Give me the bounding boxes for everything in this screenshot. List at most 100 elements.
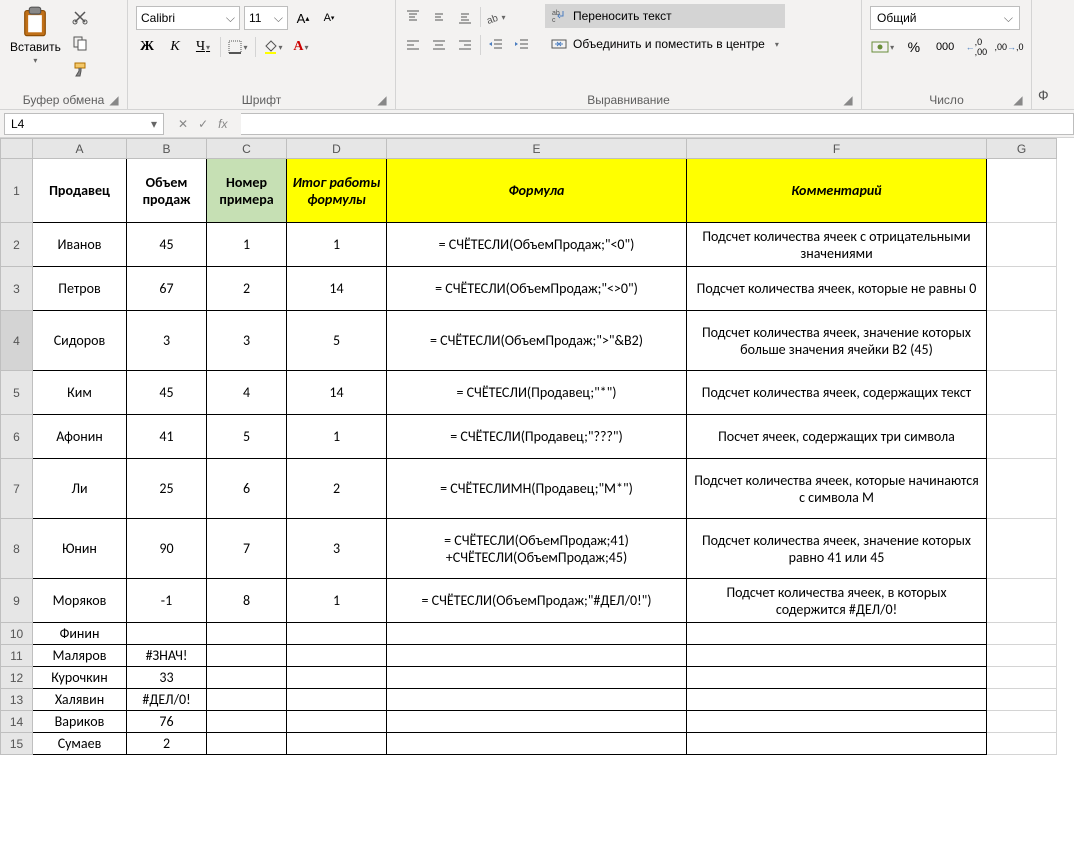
- merge-center-button[interactable]: Объединить и поместить в центре ▾: [545, 32, 785, 56]
- row-header[interactable]: 7: [1, 459, 33, 519]
- cell[interactable]: = СЧЁТЕСЛИ(ОбъемПродаж;">"&B2): [387, 311, 687, 371]
- cell[interactable]: 2: [287, 459, 387, 519]
- enter-formula-button[interactable]: ✓: [198, 117, 208, 131]
- dialog-launcher-icon[interactable]: ◢: [841, 93, 855, 107]
- cell[interactable]: [207, 733, 287, 755]
- cell[interactable]: 33: [127, 667, 207, 689]
- cell[interactable]: [387, 711, 687, 733]
- font-size-combo[interactable]: 11⌵: [244, 6, 288, 30]
- cell[interactable]: Посчет ячеек, содержащих три символа: [687, 415, 987, 459]
- cell[interactable]: Объем продаж: [127, 159, 207, 223]
- cell[interactable]: Комментарий: [687, 159, 987, 223]
- cell[interactable]: Подсчет количества ячеек с отрицательным…: [687, 223, 987, 267]
- align-left-button[interactable]: [402, 34, 424, 56]
- increase-font-button[interactable]: A▴: [292, 7, 314, 29]
- cell[interactable]: 2: [207, 267, 287, 311]
- cell[interactable]: = СЧЁТЕСЛИ(ОбъемПродаж;"#ДЕЛ/0!"): [387, 579, 687, 623]
- cell[interactable]: 6: [207, 459, 287, 519]
- cell[interactable]: [387, 667, 687, 689]
- percent-button[interactable]: %: [901, 36, 926, 58]
- decrease-font-button[interactable]: A▾: [318, 7, 340, 29]
- cell[interactable]: [987, 689, 1057, 711]
- cell[interactable]: [287, 711, 387, 733]
- col-header[interactable]: B: [127, 139, 207, 159]
- decrease-decimal-button[interactable]: ,00→,0: [995, 36, 1023, 58]
- cell[interactable]: 1: [287, 223, 387, 267]
- name-box[interactable]: L4▾: [4, 113, 164, 135]
- cell[interactable]: [387, 689, 687, 711]
- cell[interactable]: Ким: [33, 371, 127, 415]
- cell[interactable]: [987, 667, 1057, 689]
- cell[interactable]: [687, 645, 987, 667]
- number-format-combo[interactable]: Общий⌵: [870, 6, 1020, 30]
- cell[interactable]: = СЧЁТЕСЛИ(Продавец;"*"): [387, 371, 687, 415]
- dialog-launcher-icon[interactable]: ◢: [107, 93, 121, 107]
- cell[interactable]: [687, 667, 987, 689]
- cell[interactable]: [207, 623, 287, 645]
- align-right-button[interactable]: [454, 34, 476, 56]
- align-bottom-button[interactable]: [454, 6, 476, 28]
- cell[interactable]: [207, 689, 287, 711]
- cell[interactable]: 1: [287, 579, 387, 623]
- cell[interactable]: = СЧЁТЕСЛИМН(Продавец;"М*"): [387, 459, 687, 519]
- col-header[interactable]: G: [987, 139, 1057, 159]
- cell[interactable]: Маляров: [33, 645, 127, 667]
- row-header[interactable]: 3: [1, 267, 33, 311]
- cut-button[interactable]: [69, 6, 91, 28]
- cell[interactable]: Подсчет количества ячеек, в которых соде…: [687, 579, 987, 623]
- cell[interactable]: [287, 623, 387, 645]
- cancel-formula-button[interactable]: ✕: [178, 117, 188, 131]
- cell[interactable]: 90: [127, 519, 207, 579]
- increase-indent-button[interactable]: [511, 34, 533, 56]
- cell[interactable]: 1: [287, 415, 387, 459]
- cell[interactable]: Вариков: [33, 711, 127, 733]
- row-header[interactable]: 15: [1, 733, 33, 755]
- cell[interactable]: [387, 645, 687, 667]
- cell[interactable]: Подсчет количества ячеек, содержащих тек…: [687, 371, 987, 415]
- cell[interactable]: Халявин: [33, 689, 127, 711]
- col-header[interactable]: C: [207, 139, 287, 159]
- cell[interactable]: 67: [127, 267, 207, 311]
- cell[interactable]: [287, 689, 387, 711]
- cell[interactable]: [287, 667, 387, 689]
- row-header[interactable]: 4: [1, 311, 33, 371]
- cell[interactable]: 14: [287, 267, 387, 311]
- cell[interactable]: 8: [207, 579, 287, 623]
- font-color-button[interactable]: А▾: [290, 36, 312, 58]
- cell[interactable]: [987, 623, 1057, 645]
- cell[interactable]: [987, 159, 1057, 223]
- cell[interactable]: 5: [287, 311, 387, 371]
- cell[interactable]: Подсчет количества ячеек, значение котор…: [687, 519, 987, 579]
- cell[interactable]: Подсчет количества ячеек, которые начина…: [687, 459, 987, 519]
- row-header[interactable]: 13: [1, 689, 33, 711]
- cell[interactable]: Сидоров: [33, 311, 127, 371]
- paste-button[interactable]: Вставить ▾: [6, 4, 65, 67]
- cell[interactable]: 14: [287, 371, 387, 415]
- cell[interactable]: Сумаев: [33, 733, 127, 755]
- row-header[interactable]: 1: [1, 159, 33, 223]
- cell[interactable]: Петров: [33, 267, 127, 311]
- underline-button[interactable]: Ч▾: [192, 36, 214, 58]
- cell[interactable]: [987, 459, 1057, 519]
- cell[interactable]: 5: [207, 415, 287, 459]
- cell[interactable]: [207, 711, 287, 733]
- cell[interactable]: [987, 267, 1057, 311]
- cell[interactable]: -1: [127, 579, 207, 623]
- decrease-indent-button[interactable]: [485, 34, 507, 56]
- currency-button[interactable]: ▾: [870, 36, 895, 58]
- bold-button[interactable]: Ж: [136, 36, 158, 58]
- cell[interactable]: #ЗНАЧ!: [127, 645, 207, 667]
- format-painter-button[interactable]: [69, 58, 91, 80]
- row-header[interactable]: 8: [1, 519, 33, 579]
- cell[interactable]: Ли: [33, 459, 127, 519]
- cell[interactable]: [987, 311, 1057, 371]
- align-top-button[interactable]: [402, 6, 424, 28]
- row-header[interactable]: 12: [1, 667, 33, 689]
- cell[interactable]: [207, 667, 287, 689]
- cell[interactable]: Иванов: [33, 223, 127, 267]
- cell[interactable]: 41: [127, 415, 207, 459]
- cell[interactable]: [987, 519, 1057, 579]
- select-all-corner[interactable]: [1, 139, 33, 159]
- formula-input[interactable]: [241, 113, 1074, 135]
- comma-button[interactable]: 000: [933, 36, 958, 58]
